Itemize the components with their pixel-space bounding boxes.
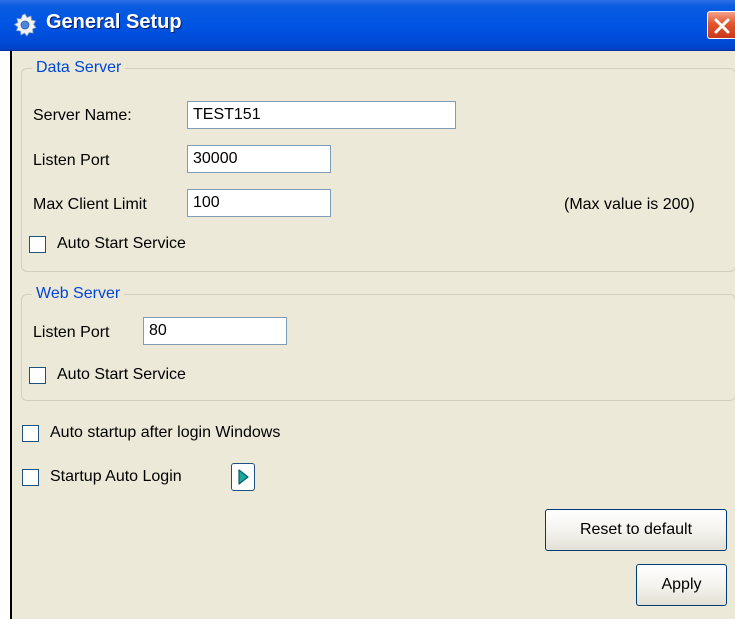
close-icon [714, 18, 730, 34]
listen-port-label: Listen Port [33, 152, 110, 169]
dialog-body: Data Server Server Name: TEST151 Listen … [10, 51, 735, 619]
reset-to-default-button[interactable]: Reset to default [545, 509, 727, 551]
server-name-input[interactable]: TEST151 [187, 101, 456, 129]
max-client-limit-label: Max Client Limit [33, 196, 147, 213]
auto-startup-checkbox[interactable] [22, 425, 39, 442]
title-bar[interactable]: General Setup [0, 0, 735, 51]
desktop-edge [0, 51, 10, 619]
web-server-auto-start-label[interactable]: Auto Start Service [57, 366, 186, 384]
general-setup-window: General Setup Data Server Server Name: T… [0, 0, 735, 619]
apply-button[interactable]: Apply [636, 564, 727, 606]
server-name-label: Server Name: [33, 107, 132, 124]
startup-auto-login-checkbox[interactable] [22, 469, 39, 486]
web-server-legend: Web Server [36, 285, 121, 302]
web-server-auto-start-checkbox[interactable] [29, 367, 46, 384]
window-title: General Setup [46, 11, 182, 33]
web-listen-port-input[interactable]: 80 [143, 317, 287, 345]
listen-port-input[interactable]: 30000 [187, 145, 331, 173]
auto-login-settings-button[interactable] [231, 463, 255, 491]
data-server-legend: Data Server [36, 59, 122, 76]
data-server-auto-start-label[interactable]: Auto Start Service [57, 235, 186, 253]
web-listen-port-label: Listen Port [33, 324, 110, 341]
gear-icon [13, 13, 37, 37]
close-button[interactable] [707, 11, 735, 39]
max-value-hint: (Max value is 200) [564, 196, 695, 213]
startup-auto-login-label[interactable]: Startup Auto Login [50, 468, 182, 486]
max-client-limit-input[interactable]: 100 [187, 189, 331, 217]
auto-startup-label[interactable]: Auto startup after login Windows [50, 424, 280, 442]
play-icon [238, 469, 249, 485]
data-server-auto-start-checkbox[interactable] [29, 236, 46, 253]
